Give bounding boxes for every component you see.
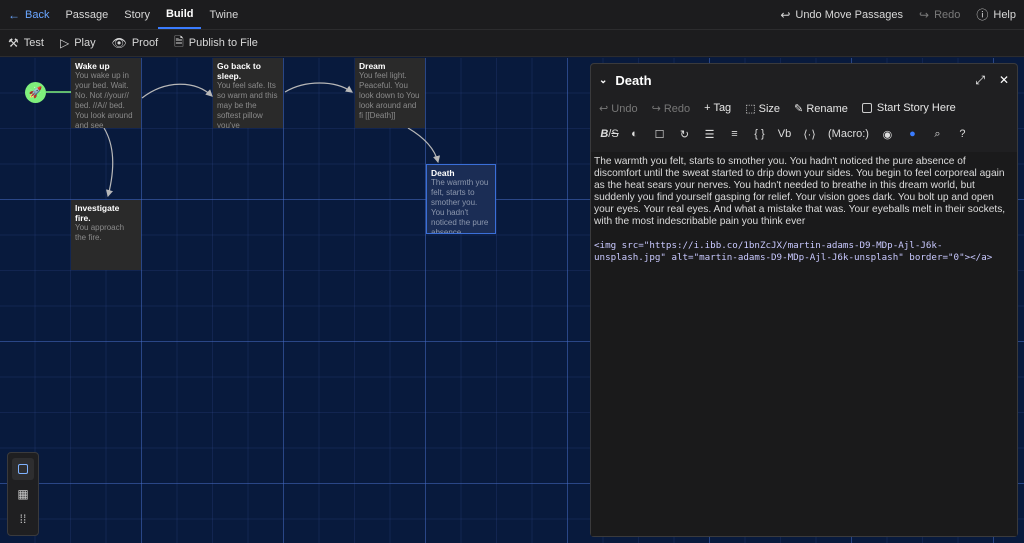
- maximize-icon[interactable]: ⤢: [975, 73, 985, 88]
- dialog-redo-label: Redo: [663, 102, 691, 115]
- chevron-down-icon[interactable]: ⌄: [599, 75, 607, 86]
- start-story-checkbox[interactable]: Start Story Here: [861, 102, 956, 114]
- link-dream-death: [407, 127, 441, 164]
- square-icon: [18, 463, 28, 474]
- tag-label: Tag: [713, 102, 732, 114]
- start-story-label: Start Story Here: [876, 102, 956, 114]
- dialog-undo-button[interactable]: ↩ Undo: [599, 102, 638, 115]
- passage-edit-dialog: ⌄ Death ⤢ ✕ ↩ Undo ↪ Redo + Tag ⬚ Size ✎…: [590, 63, 1018, 537]
- grid-icon: ▦: [17, 486, 29, 501]
- rename-label: Rename: [806, 102, 848, 115]
- passage-card-selected[interactable]: Death The warmth you felt, starts to smo…: [426, 164, 496, 234]
- strikethrough-icon[interactable]: B/S: [597, 128, 622, 140]
- passage-title: Go back to sleep.: [217, 61, 261, 81]
- redo-button[interactable]: ↪ Redo: [911, 0, 968, 29]
- link-wake-go: [141, 83, 213, 99]
- arrow-left-icon: ←: [8, 7, 20, 22]
- passage-title: Death: [431, 168, 455, 178]
- file-icon: 🗎: [174, 34, 184, 49]
- question-icon[interactable]: ?: [950, 128, 975, 140]
- passage-body-text: The warmth you felt, starts to smother y…: [594, 156, 1006, 227]
- border-icon[interactable]: ☐: [647, 128, 672, 141]
- help-label: Help: [993, 8, 1016, 21]
- zoom-small-button[interactable]: ⁞⁞: [12, 508, 34, 530]
- tools-icon: ⚒: [8, 36, 19, 50]
- braces-icon[interactable]: { }: [747, 128, 772, 140]
- dialog-undo-label: Undo: [611, 102, 638, 115]
- proof-button[interactable]: 👁 Proof: [104, 36, 167, 50]
- dialog-redo-button[interactable]: ↪ Redo: [652, 102, 691, 115]
- checkbox-icon: [861, 103, 872, 114]
- zoom-large-button[interactable]: [12, 457, 34, 480]
- tab-passage[interactable]: Passage: [57, 0, 116, 29]
- play-icon: ▷: [59, 36, 70, 50]
- zoom-medium-button[interactable]: ▦: [12, 483, 34, 505]
- passage-title: Dream: [359, 61, 386, 71]
- passage-excerpt: You wake up in your bed. Wait. No. Not /…: [75, 71, 133, 128]
- redo-icon: ↪: [919, 7, 930, 22]
- passage-excerpt: You feel light. Peaceful. You look down …: [359, 71, 420, 120]
- undo-button[interactable]: ↩ Undo Move Passages: [772, 0, 911, 29]
- passage-code-text: <img src="https://i.ibb.co/1bnZcJX/marti…: [594, 240, 993, 263]
- add-tag-button[interactable]: + Tag: [704, 102, 731, 114]
- play-button[interactable]: ▷ Play: [52, 36, 104, 50]
- zoom-controls: ▦ ⁞⁞: [7, 452, 39, 536]
- help-icon: ⓘ: [976, 8, 989, 22]
- passage-excerpt: You approach the fire.: [75, 223, 125, 242]
- rename-button[interactable]: ✎ Rename: [794, 102, 848, 115]
- passage-excerpt: The warmth you felt, starts to smother y…: [431, 178, 489, 234]
- back-label: Back: [25, 8, 50, 21]
- rocket-icon[interactable]: 🚀: [25, 82, 46, 103]
- dialog-title: Death: [615, 72, 652, 88]
- format-toolbar: B/S ◐ ☐ ↻ ☰ ≡ { } Vb ⟨·⟩ (Macro:) ◉ ● ⌕ …: [591, 120, 1017, 148]
- passage-card[interactable]: Investigate fire. You approach the fire.: [71, 200, 141, 270]
- eye-icon: 👁: [111, 36, 127, 50]
- test-button[interactable]: ⚒ Test: [0, 36, 52, 50]
- passage-excerpt: You feel safe. Its so warm and this may …: [217, 81, 278, 128]
- close-icon[interactable]: ✕: [999, 73, 1009, 88]
- undo-label: Undo Move Passages: [795, 8, 903, 21]
- passage-title: Wake up: [75, 61, 110, 71]
- passage-card[interactable]: Go back to sleep. You feel safe. Its so …: [213, 58, 283, 128]
- passage-card[interactable]: Wake up You wake up in your bed. Wait. N…: [71, 58, 141, 128]
- tab-build[interactable]: Build: [157, 0, 202, 29]
- size-label: Size: [758, 102, 781, 115]
- dialog-actions: ↩ Undo ↪ Redo + Tag ⬚ Size ✎ Rename Star…: [591, 96, 1017, 120]
- test-label: Test: [23, 37, 44, 49]
- play-label: Play: [74, 37, 96, 49]
- tab-twine[interactable]: Twine: [201, 0, 246, 29]
- publish-label: Publish to File: [188, 37, 258, 49]
- passage-card[interactable]: Dream You feel light. Peaceful. You look…: [355, 58, 425, 128]
- macro-button[interactable]: (Macro:): [822, 128, 875, 140]
- undo-icon: ↩: [780, 7, 791, 22]
- color-icon[interactable]: ◐: [622, 128, 647, 140]
- find-icon[interactable]: ⌕: [925, 128, 950, 141]
- hook-icon[interactable]: ⟨·⟩: [797, 128, 822, 141]
- top-bar: ← Back Passage Story Build Twine ↩ Undo Mo…: [0, 0, 1024, 29]
- align-icon[interactable]: ≡: [722, 128, 747, 140]
- back-button[interactable]: ← Back: [0, 0, 57, 29]
- comment-icon[interactable]: ●: [900, 128, 925, 140]
- dialog-header: ⌄ Death ⤢ ✕: [591, 64, 1017, 96]
- help-button[interactable]: ⓘ Help: [968, 0, 1024, 29]
- publish-button[interactable]: 🗎 Publish to File: [166, 33, 266, 54]
- preview-eye-icon[interactable]: ◉: [875, 128, 900, 141]
- dots-grid-icon: ⁞⁞: [19, 512, 27, 527]
- list-icon[interactable]: ☰: [697, 128, 722, 141]
- size-button[interactable]: ⬚ Size: [745, 102, 780, 115]
- build-toolbar: ⚒ Test ▷ Play 👁 Proof 🗎 Publish to File: [0, 29, 1024, 57]
- passage-text-editor[interactable]: The warmth you felt, starts to smother y…: [591, 152, 1017, 536]
- proof-label: Proof: [131, 37, 159, 49]
- passage-title: Investigate fire.: [75, 203, 120, 223]
- link-go-dream: [284, 82, 353, 93]
- rotate-icon[interactable]: ↻: [672, 128, 697, 141]
- redo-label: Redo: [934, 8, 961, 21]
- variable-icon[interactable]: Vb: [772, 128, 797, 140]
- tab-story[interactable]: Story: [116, 0, 158, 29]
- link-wake-fire: [103, 127, 114, 198]
